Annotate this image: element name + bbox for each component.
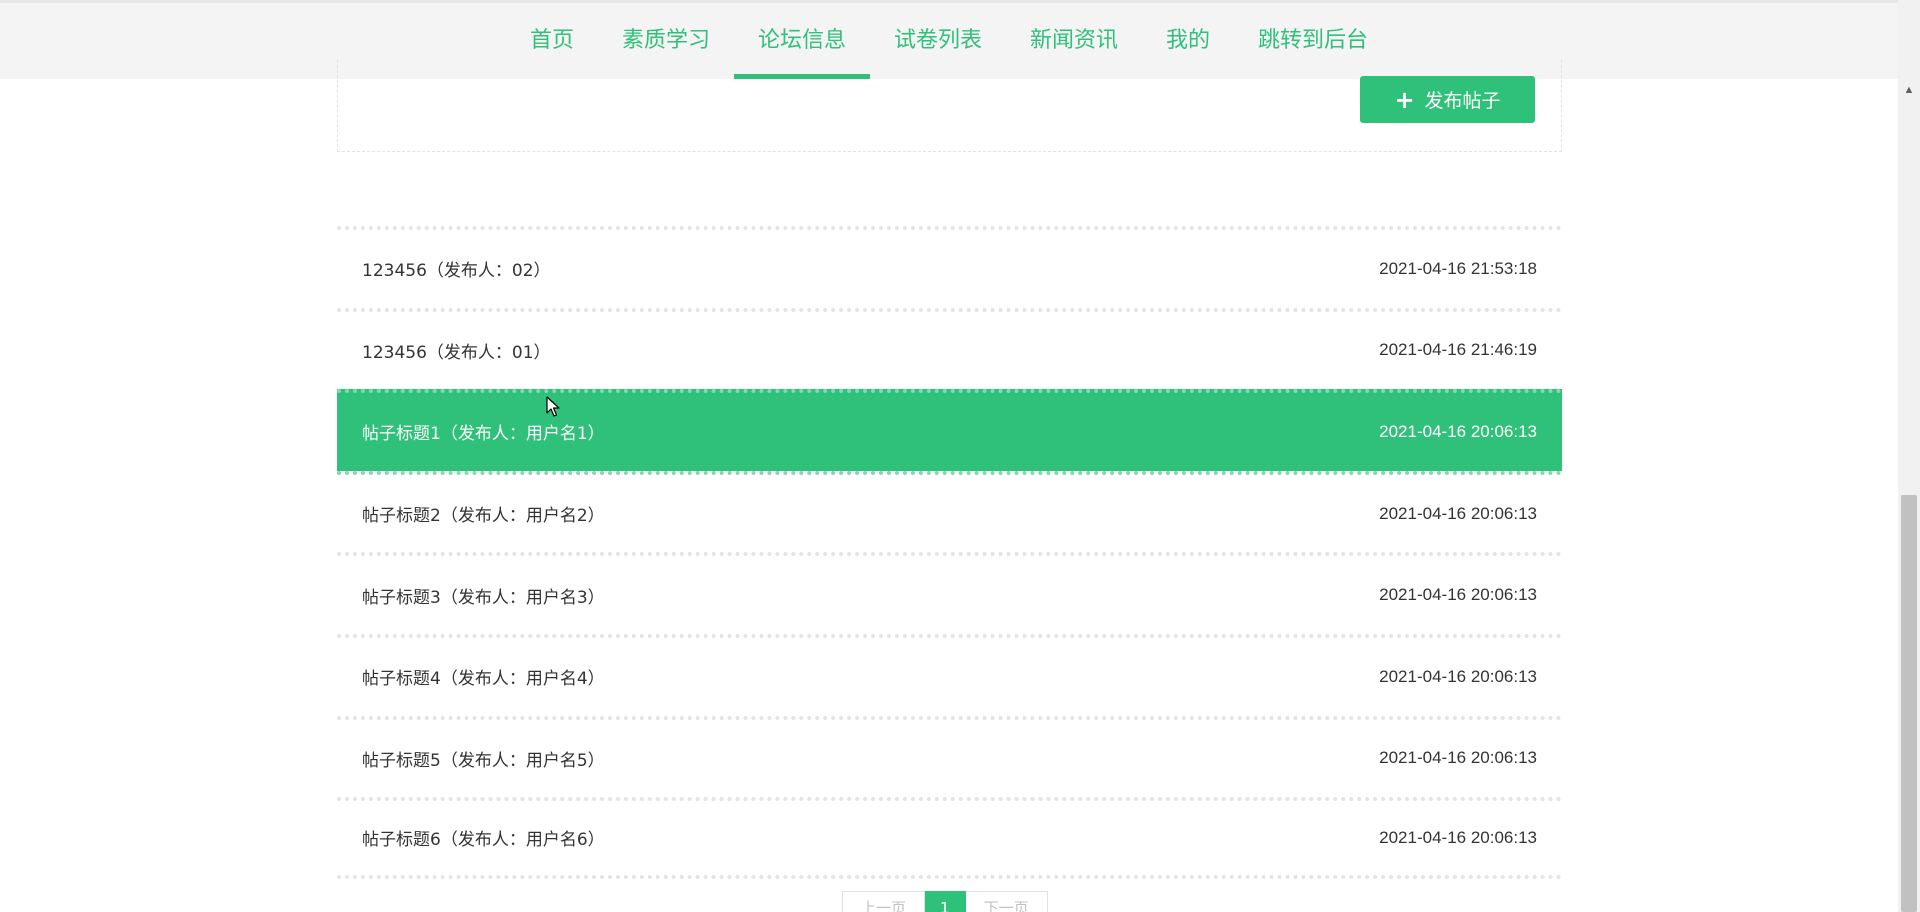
post-time: 2021-04-16 20:06:13: [1379, 666, 1537, 686]
post-list: 123456（发布人：02） 2021-04-16 21:53:18 12345…: [337, 226, 1562, 879]
post-row[interactable]: 帖子标题4（发布人：用户名4） 2021-04-16 20:06:13: [337, 633, 1562, 716]
post-time: 2021-04-16 20:06:13: [1379, 503, 1537, 523]
post-title: 帖子标题6（发布人：用户名6）: [362, 830, 605, 851]
post-row[interactable]: 123456（发布人：02） 2021-04-16 21:53:18: [337, 226, 1562, 308]
pagination: 上一页 1 下一页: [842, 891, 1048, 912]
page-scrollbar[interactable]: ▲: [1898, 0, 1920, 912]
prev-page-button[interactable]: 上一页: [842, 891, 926, 912]
post-time: 2021-04-16 20:06:13: [1379, 748, 1537, 768]
next-page-button[interactable]: 下一页: [965, 891, 1048, 912]
post-toolbar: + 发布帖子: [337, 60, 1562, 152]
post-row[interactable]: 帖子标题3（发布人：用户名3） 2021-04-16 20:06:13: [337, 552, 1562, 634]
post-title: 123456（发布人：01）: [362, 342, 551, 363]
post-row[interactable]: 帖子标题5（发布人：用户名5） 2021-04-16 20:06:13: [337, 715, 1562, 798]
post-row[interactable]: 帖子标题2（发布人：用户名2） 2021-04-16 20:06:13: [337, 470, 1562, 553]
plus-icon: +: [1394, 85, 1415, 114]
page-number-current[interactable]: 1: [925, 891, 966, 912]
post-time: 2021-04-16 21:46:19: [1379, 340, 1537, 360]
post-title: 帖子标题5（发布人：用户名5）: [362, 750, 605, 771]
post-title: 帖子标题1（发布人：用户名1）: [362, 424, 605, 445]
post-time: 2021-04-16 21:53:18: [1379, 258, 1537, 278]
post-time: 2021-04-16 20:06:13: [1379, 421, 1537, 441]
publish-post-button[interactable]: + 发布帖子: [1360, 76, 1535, 123]
post-row-hovered[interactable]: 帖子标题1（发布人：用户名1） 2021-04-16 20:06:13: [337, 389, 1562, 471]
publish-post-label: 发布帖子: [1424, 90, 1501, 112]
post-title: 帖子标题2（发布人：用户名2）: [362, 506, 605, 527]
scroll-thumb[interactable]: [1901, 495, 1917, 912]
post-time: 2021-04-16 20:06:13: [1379, 585, 1537, 605]
scroll-up-arrow-icon[interactable]: ▲: [1898, 82, 1920, 98]
post-time: 2021-04-16 20:06:13: [1379, 827, 1537, 847]
post-title: 帖子标题3（发布人：用户名3）: [362, 587, 605, 608]
post-row[interactable]: 帖子标题6（发布人：用户名6） 2021-04-16 20:06:13: [337, 797, 1562, 879]
post-title: 123456（发布人：02）: [362, 261, 551, 282]
post-row[interactable]: 123456（发布人：01） 2021-04-16 21:46:19: [337, 307, 1562, 390]
post-title: 帖子标题4（发布人：用户名4）: [362, 669, 605, 690]
